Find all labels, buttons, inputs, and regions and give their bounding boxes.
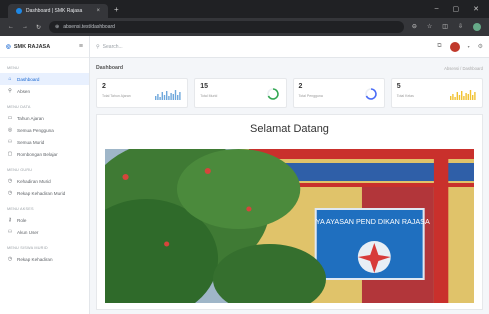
sign-text: YA AYASAN PEND DIKAN RAJASA [316, 218, 430, 226]
address-bar-row: ← → ↻ ⊕ absensi.test/dashboard ⊖ ☆ ◫ ⇩ [0, 18, 489, 36]
welcome-panel: Selamat Datang YA AYASAN PEND DIKAN RAJA… [96, 114, 483, 310]
sidebar-item-label: Rekap Kehadiran Murid [17, 190, 66, 196]
forward-icon[interactable]: → [22, 24, 28, 30]
sidebar-section-title: MENU AKSES [7, 207, 34, 211]
new-tab-button[interactable]: + [114, 5, 119, 14]
browser-chrome: Dashboard | SMK Rajasa × + – ▢ ✕ ← → ↻ ⊕… [0, 0, 489, 36]
school-photo-illustration: YA AYASAN PEND DIKAN RAJASA [105, 149, 474, 303]
sidebar-item-label: Semua Pengguna [17, 127, 54, 133]
stat-card: 2 Total Pengguna [292, 78, 385, 108]
sidebar-item-rekap-kehadiran-murid[interactable]: ◷ Rekap Kehadiran Murid [0, 187, 89, 199]
sidebar-item-semua-murid[interactable]: ⚇ Semua Murid [0, 136, 89, 148]
search-input[interactable]: Search... [103, 44, 123, 50]
pin-icon: ⚲ [8, 88, 12, 94]
sidebar-item-label: Rombongan Belajar [17, 151, 58, 157]
browser-toolbar-icons: ⊖ ☆ ◫ ⇩ [412, 23, 481, 31]
profile-avatar[interactable] [473, 23, 481, 31]
topbar-icons: ⧉ ▾ ⚙ [437, 41, 483, 52]
sidebar-item-akun-user[interactable]: ⚇ Akun User [0, 226, 89, 238]
zoom-icon[interactable]: ⊖ [412, 23, 417, 31]
stat-card: 2 Total Tahun Ajaran [96, 78, 189, 108]
extensions-icon[interactable]: ◫ [442, 23, 448, 31]
report-icon: ◷ [7, 190, 13, 196]
main-content: ⚲ Search... ⧉ ▾ ⚙ Dashboard Absensi / Da… [90, 36, 489, 314]
logo-icon: ◎ [6, 43, 11, 50]
clipboard-icon[interactable]: ⧉ [437, 43, 441, 50]
sidebar-section-title: MENU GURU [7, 168, 33, 172]
sidebar: ◎ SMK RAJASA ≡ MENU ⌂ Dashboard ⚲ Absen MENU … [0, 36, 90, 314]
chevron-down-icon[interactable]: ▾ [468, 44, 470, 49]
maximize-icon[interactable]: ▢ [453, 5, 460, 13]
school-photo: YA AYASAN PEND DIKAN RAJASA [105, 149, 474, 303]
sidebar-item-semua-pengguna[interactable]: ◎ Semua Pengguna [0, 124, 89, 136]
clock-icon: ◷ [7, 178, 13, 184]
top-bar: ⚲ Search... ⧉ ▾ ⚙ [90, 36, 489, 58]
class-icon: ▢ [7, 151, 13, 157]
sidebar-item-label: Role [17, 217, 27, 223]
users-icon: ◎ [7, 127, 13, 133]
user-icon: ⚇ [7, 229, 13, 235]
breadcrumb[interactable]: Absensi / Dashboard [444, 66, 483, 71]
home-icon: ⌂ [8, 76, 12, 82]
stat-card: 5 Total Kelas [390, 78, 483, 108]
sidebar-item-label: Akun User [17, 229, 39, 235]
sidebar-item-label: Tahun Ajaran [17, 115, 44, 121]
calendar-icon: ▭ [7, 115, 13, 121]
sidebar-item-kehadiran-murid[interactable]: ◷ Kehadiran Murid [0, 175, 89, 187]
page-title: Dashboard [96, 65, 124, 71]
progress-ring-icon [266, 87, 280, 106]
menu-toggle-icon[interactable]: ≡ [79, 43, 83, 50]
tab-title: Dashboard | SMK Rajasa [26, 8, 83, 14]
search-icon: ⚲ [96, 43, 100, 50]
sidebar-item-tahun-ajaran[interactable]: ▭ Tahun Ajaran [0, 112, 89, 124]
url-input[interactable]: ⊕ absensi.test/dashboard [49, 21, 404, 33]
minimize-icon[interactable]: – [435, 5, 439, 13]
sidebar-item-label: Semua Murid [17, 139, 45, 145]
site-info-icon[interactable]: ⊕ [55, 24, 59, 30]
sidebar-item-label: Kehadiran Murid [17, 178, 51, 184]
window-controls: – ▢ ✕ [435, 5, 489, 13]
browser-tab[interactable]: Dashboard | SMK Rajasa × [8, 4, 108, 18]
sidebar-nav: MENU ⌂ Dashboard ⚲ Absen MENU DATA ▭ Tahun Ajar… [0, 58, 89, 265]
brand: ◎ SMK RAJASA ≡ [0, 36, 89, 58]
sidebar-item-dashboard[interactable]: ⌂ Dashboard [0, 73, 89, 85]
tab-bar: Dashboard | SMK Rajasa × + – ▢ ✕ [0, 0, 489, 18]
favicon-icon [16, 8, 22, 14]
sidebar-item-role[interactable]: ⚷ Role [0, 214, 89, 226]
brand-name[interactable]: SMK RAJASA [14, 44, 50, 50]
user-avatar[interactable] [449, 41, 460, 52]
sidebar-item-label: Rekap Kehadiran [17, 256, 53, 262]
sidebar-section-title: MENU DATA [7, 105, 31, 109]
welcome-heading: Selamat Datang [250, 123, 329, 135]
stat-card: 15 Total Murid [194, 78, 287, 108]
history-icon: ◷ [7, 256, 13, 262]
search-box[interactable]: ⚲ Search... [96, 44, 123, 50]
url-text: absensi.test/dashboard [63, 24, 115, 30]
key-icon: ⚷ [8, 217, 12, 223]
sidebar-item-rombongan-belajar[interactable]: ▢ Rombongan Belajar [0, 148, 89, 160]
mini-bar-chart-icon [450, 87, 476, 105]
reload-icon[interactable]: ↻ [36, 24, 41, 31]
bookmark-star-icon[interactable]: ☆ [427, 23, 432, 31]
sidebar-section-title: MENU SISWA MURID [7, 246, 48, 250]
progress-ring-icon [364, 87, 378, 106]
mini-bar-chart-icon [155, 87, 181, 105]
downloads-icon[interactable]: ⇩ [458, 23, 463, 31]
page-header: Dashboard Absensi / Dashboard [90, 58, 489, 78]
sidebar-item-rekap-kehadiran[interactable]: ◷ Rekap Kehadiran [0, 253, 89, 265]
student-icon: ⚇ [7, 139, 13, 145]
close-window-icon[interactable]: ✕ [473, 5, 479, 13]
sidebar-item-label: Absen [17, 88, 31, 94]
settings-gear-icon[interactable]: ⚙ [478, 43, 483, 50]
back-icon[interactable]: ← [8, 24, 14, 30]
sidebar-item-absen[interactable]: ⚲ Absen [0, 85, 89, 97]
tab-close-icon[interactable]: × [96, 8, 100, 14]
stat-cards: 2 Total Tahun Ajaran 15 Total Murid 2 Total P… [90, 78, 489, 108]
sidebar-item-label: Dashboard [17, 76, 40, 82]
sidebar-section-title: MENU [7, 66, 19, 70]
